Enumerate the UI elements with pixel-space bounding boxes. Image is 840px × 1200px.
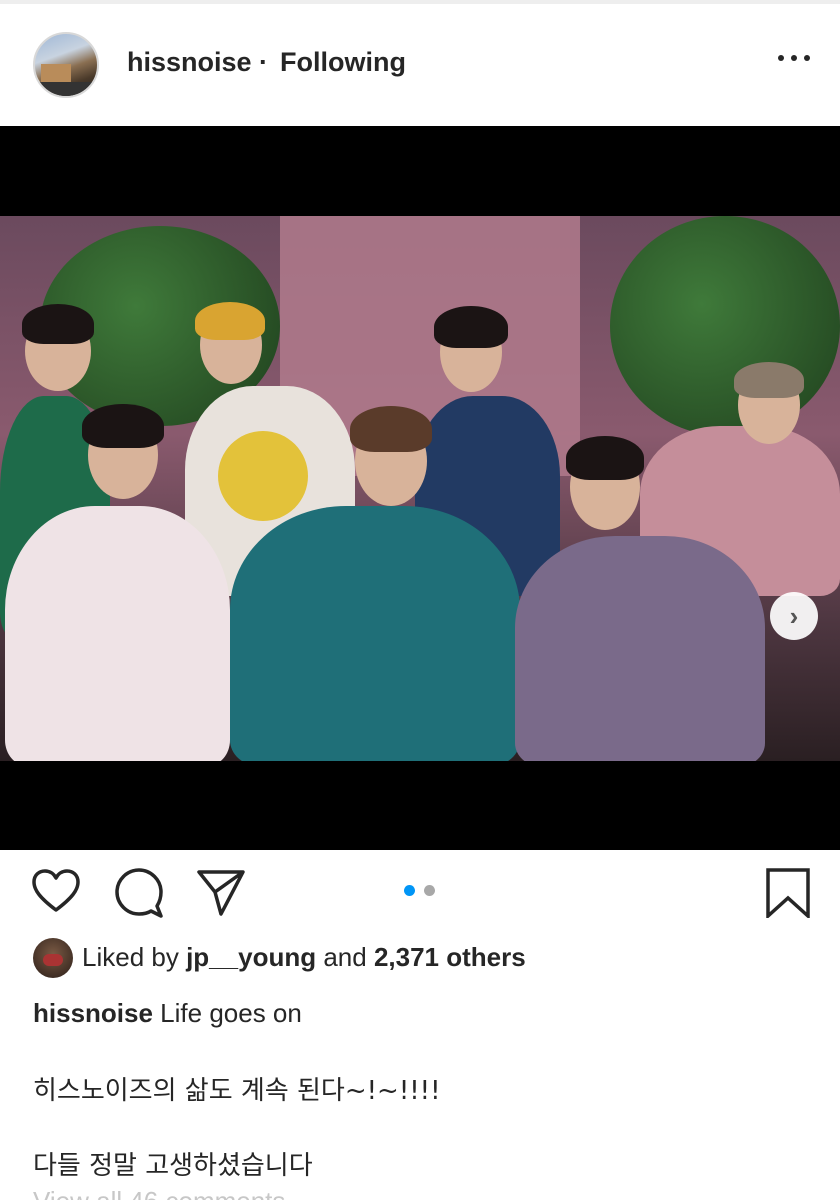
paper-plane-icon[interactable] [195,866,247,918]
profile-avatar[interactable] [33,32,99,98]
post-username[interactable]: hissnoise [127,47,252,78]
caption-line-2: 히스노이즈의 삶도 계속 된다~!~!!!! [33,1076,441,1106]
caption: hissnoise Life goes on [33,998,302,1029]
likes-others-link[interactable]: 2,371 others [374,942,526,972]
post-media[interactable]: › [0,126,840,850]
chevron-right-icon: › [789,600,799,631]
liker-avatar[interactable] [33,938,73,978]
carousel-next-button[interactable]: › [770,592,818,640]
bookmark-icon[interactable] [762,866,814,918]
caption-username[interactable]: hissnoise [33,998,153,1028]
caption-text: Life goes on [160,998,302,1028]
likes-row: Liked by jp__young and 2,371 others [33,938,813,980]
more-horizontal-icon[interactable] [772,40,816,76]
comment-icon[interactable] [113,866,165,918]
following-button[interactable]: Following [280,47,406,78]
carousel-dot [424,885,435,896]
likes-connector: and [323,942,367,972]
liker-username[interactable]: jp__young [186,942,316,972]
likes-prefix: Liked by [82,942,179,972]
heart-icon[interactable] [30,866,82,918]
carousel-dot-active [404,885,415,896]
action-bar [0,866,840,932]
view-comments-link[interactable]: View all 46 comments [33,1186,285,1200]
separator-dot: · [259,47,268,77]
post-photo [0,216,840,761]
carousel-indicator [404,885,440,897]
post-header: hissnoise · Following [0,4,840,126]
likes-text: Liked by jp__young and 2,371 others [82,942,526,973]
caption-line-3: 다들 정말 고생하셨습니다 [33,1151,313,1181]
